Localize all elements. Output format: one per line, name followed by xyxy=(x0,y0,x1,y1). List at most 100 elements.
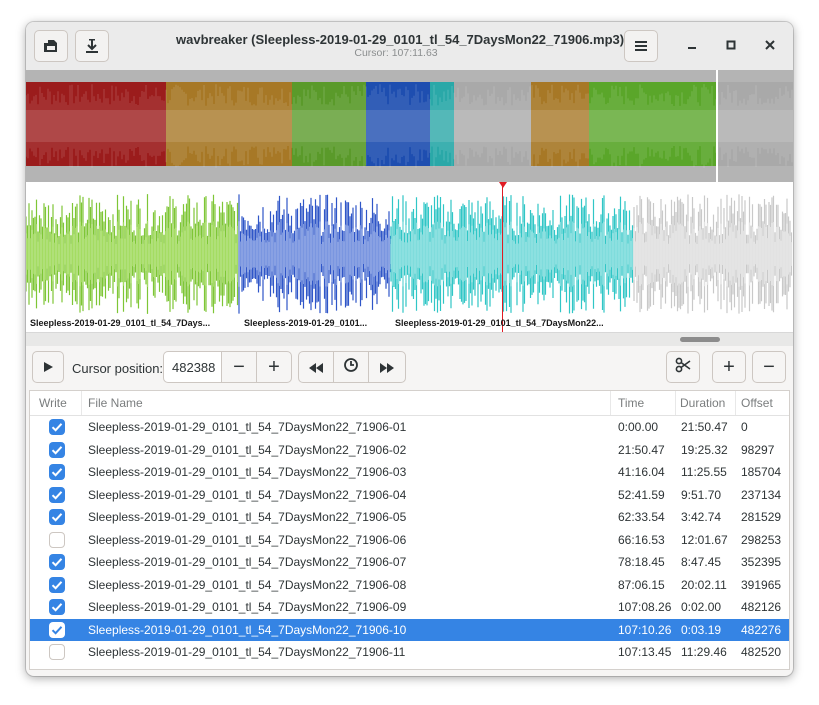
offset-cell: 482276 xyxy=(741,622,782,637)
table-row[interactable]: Sleepless-2019-01-29_0101_tl_54_7DaysMon… xyxy=(30,416,789,439)
zoom-track-label: Sleepless-2019-01-29_0101_tl_54_7Days... xyxy=(30,318,211,328)
playback-cursor-line[interactable] xyxy=(502,182,503,332)
time-cell: 52:41.59 xyxy=(618,487,665,502)
file-name-cell: Sleepless-2019-01-29_0101_tl_54_7DaysMon… xyxy=(88,442,407,457)
checkmark-icon xyxy=(51,603,63,612)
write-checkbox[interactable] xyxy=(49,441,65,458)
time-cell: 62:33.54 xyxy=(618,510,665,524)
remove-break-button[interactable]: − xyxy=(752,351,786,383)
write-checkbox[interactable] xyxy=(49,419,65,435)
table-row[interactable]: Sleepless-2019-01-29_0101_tl_54_7DaysMon… xyxy=(30,506,789,529)
table-row[interactable]: Sleepless-2019-01-29_0101_tl_54_7DaysMon… xyxy=(30,596,789,619)
time-cell: 0:00.00 xyxy=(618,420,659,434)
duration-cell: 3:42.74 xyxy=(681,510,722,524)
cursor-position-label: Cursor position: xyxy=(72,361,164,376)
duration-cell: 0:02.00 xyxy=(681,600,722,614)
open-file-button[interactable] xyxy=(34,30,68,62)
duration-cell: 19:25.32 xyxy=(681,442,728,457)
offset-cell: 391965 xyxy=(741,577,782,592)
scrollbar-thumb[interactable] xyxy=(680,337,720,342)
write-checkbox[interactable] xyxy=(49,464,65,480)
time-cell: 87:06.15 xyxy=(618,577,665,592)
duration-cell: 8:47.45 xyxy=(681,555,722,569)
jump-to-cursor-icon xyxy=(343,356,359,379)
write-checkbox[interactable] xyxy=(49,576,65,593)
save-download-icon xyxy=(84,38,100,54)
file-name-cell: Sleepless-2019-01-29_0101_tl_54_7DaysMon… xyxy=(88,420,407,434)
offset-cell: 298253 xyxy=(741,532,782,547)
duration-cell: 21:50.47 xyxy=(681,420,728,434)
jump-back-button[interactable] xyxy=(298,351,334,383)
main-menu-button[interactable] xyxy=(624,30,658,62)
cursor-decrement-button[interactable]: − xyxy=(221,351,257,383)
table-row[interactable]: Sleepless-2019-01-29_0101_tl_54_7DaysMon… xyxy=(30,641,789,664)
overview-waveform-peaks xyxy=(26,84,793,168)
save-button[interactable] xyxy=(75,30,109,62)
table-row[interactable]: Sleepless-2019-01-29_0101_tl_54_7DaysMon… xyxy=(30,574,789,597)
zoom-track-label: Sleepless-2019-01-29_0101... xyxy=(244,318,368,328)
play-button[interactable] xyxy=(32,351,64,383)
file-name-cell: Sleepless-2019-01-29_0101_tl_54_7DaysMon… xyxy=(88,645,406,659)
close-icon xyxy=(765,37,775,55)
file-name-cell: Sleepless-2019-01-29_0101_tl_54_7DaysMon… xyxy=(88,465,407,479)
time-cell: 107:10.26 xyxy=(618,622,672,637)
time-cell: 41:16.04 xyxy=(618,465,665,479)
column-header-filename[interactable]: File Name xyxy=(88,396,143,410)
table-row[interactable]: Sleepless-2019-01-29_0101_tl_54_7DaysMon… xyxy=(30,529,789,552)
write-checkbox[interactable] xyxy=(49,599,65,615)
cursor-increment-button[interactable]: + xyxy=(256,351,292,383)
table-row[interactable]: Sleepless-2019-01-29_0101_tl_54_7DaysMon… xyxy=(30,461,789,484)
playback-cursor-marker[interactable] xyxy=(499,182,507,188)
column-header-offset[interactable]: Offset xyxy=(741,396,773,410)
minimize-icon xyxy=(687,37,697,55)
jump-forward-button[interactable] xyxy=(368,351,406,383)
cursor-position-input[interactable]: 482388 xyxy=(163,351,221,383)
offset-cell: 98297 xyxy=(741,442,775,457)
zoom-waveform[interactable]: Sleepless-2019-01-29_0101_tl_54_7Days...… xyxy=(26,182,793,332)
checkmark-icon xyxy=(51,490,63,500)
write-checkbox[interactable] xyxy=(49,531,65,548)
add-break-button[interactable]: + xyxy=(712,351,746,383)
column-header-time[interactable]: Time xyxy=(618,396,644,410)
duration-cell: 0:03.19 xyxy=(681,622,722,637)
jump-to-cursor-button[interactable] xyxy=(333,351,369,383)
column-header-duration[interactable]: Duration xyxy=(680,396,725,410)
write-checkbox[interactable] xyxy=(49,486,65,503)
write-checkbox[interactable] xyxy=(49,509,65,525)
file-name-cell: Sleepless-2019-01-29_0101_tl_54_7DaysMon… xyxy=(88,487,407,502)
time-cell: 78:18.45 xyxy=(618,555,665,569)
table-row[interactable]: Sleepless-2019-01-29_0101_tl_54_7DaysMon… xyxy=(30,439,789,462)
overview-waveform[interactable] xyxy=(26,70,793,182)
table-row[interactable]: Sleepless-2019-01-29_0101_tl_54_7DaysMon… xyxy=(30,484,789,507)
app-window: wavbreaker (Sleepless-2019-01-29_0101_tl… xyxy=(26,22,793,676)
write-checkbox[interactable] xyxy=(49,554,65,570)
write-checkbox[interactable] xyxy=(49,621,65,638)
duration-cell: 20:02.11 xyxy=(681,577,727,592)
column-header-write[interactable]: Write xyxy=(39,396,67,410)
minimize-button[interactable] xyxy=(680,34,704,58)
column-separator xyxy=(610,391,611,415)
close-button[interactable] xyxy=(758,34,782,58)
offset-cell: 0 xyxy=(741,420,748,434)
split-scissors-icon xyxy=(675,356,691,379)
jump-forward-icon xyxy=(380,356,394,379)
table-row[interactable]: Sleepless-2019-01-29_0101_tl_54_7DaysMon… xyxy=(30,551,789,574)
offset-cell: 482126 xyxy=(741,600,782,614)
offset-cell: 352395 xyxy=(741,555,782,569)
waveform-scrollbar[interactable] xyxy=(26,332,793,347)
column-separator xyxy=(81,391,82,415)
split-button[interactable] xyxy=(666,351,700,383)
maximize-button[interactable] xyxy=(719,34,743,58)
menu-icon xyxy=(634,40,648,52)
jump-back-icon xyxy=(309,356,323,379)
toolbar: Cursor position: 482388 − + + − xyxy=(26,346,793,390)
table-row[interactable]: Sleepless-2019-01-29_0101_tl_54_7DaysMon… xyxy=(30,618,789,641)
open-file-icon xyxy=(42,38,60,54)
maximize-icon xyxy=(726,37,736,55)
time-cell: 66:16.53 xyxy=(618,532,665,547)
checkmark-icon xyxy=(51,468,63,477)
checkmark-icon xyxy=(51,423,63,432)
duration-cell: 11:29.46 xyxy=(681,645,727,659)
header-bar: wavbreaker (Sleepless-2019-01-29_0101_tl… xyxy=(26,22,793,71)
write-checkbox[interactable] xyxy=(49,644,65,660)
